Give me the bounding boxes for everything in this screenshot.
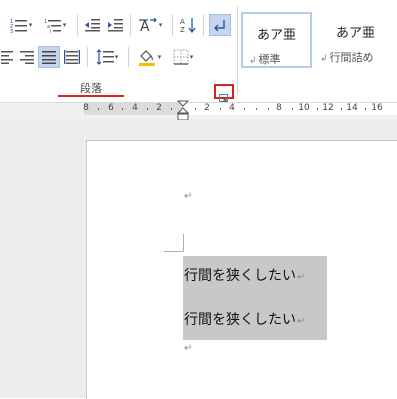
style-name: ↲ 標準 [249, 51, 281, 67]
ruler-tick [268, 108, 269, 110]
paragraph-mark: ↵ [297, 272, 306, 283]
style-sample: あア亜 [256, 28, 296, 43]
ruler-tick-label: 14 [346, 103, 358, 113]
ruler-tick-label: 4 [229, 103, 235, 113]
ruler-tick-label: 10 [298, 103, 310, 113]
line-spacing-button[interactable]: ▾ [92, 47, 122, 67]
line-text: 行間を狭くしたい [184, 312, 296, 328]
margin-crop-mark [164, 251, 184, 252]
ruler-tick [365, 108, 366, 110]
sort-icon: AZ [180, 17, 196, 33]
group-label-underline [58, 95, 124, 97]
line-text: 行間を狭くしたい [184, 268, 296, 284]
paragraph-mark-icon: ↲ [320, 54, 328, 64]
chevron-down-icon: ▾ [189, 53, 194, 61]
align-right-button[interactable] [18, 47, 36, 67]
separator [87, 47, 88, 67]
ruler-tick [171, 108, 172, 110]
style-no-spacing[interactable]: あア亜 ↲ 行間詰め [318, 12, 393, 68]
separator [172, 14, 173, 36]
margin-crop-mark [183, 234, 184, 252]
chevron-down-icon: ▾ [157, 53, 162, 61]
distributed-button[interactable] [62, 47, 82, 67]
ruler-tick-label: 4 [132, 103, 138, 113]
paragraph-mark: ↵ [184, 191, 193, 202]
show-marks-button[interactable] [209, 14, 231, 36]
paragraph-mark-icon: ↲ [249, 56, 257, 66]
justify-icon [42, 50, 56, 64]
numbering-icon: 123 [10, 17, 28, 33]
ruler-tick [317, 108, 318, 110]
ruler-tick-label: 16 [371, 103, 383, 113]
paragraph-mark-icon [213, 18, 227, 32]
separator [237, 6, 238, 94]
asian-layout-button[interactable]: A ▾ [135, 15, 165, 35]
chevron-down-icon: ▾ [62, 21, 67, 29]
line-spacing-icon [96, 49, 114, 65]
separator [203, 14, 204, 36]
chevron-down-icon: ▾ [114, 53, 119, 61]
decrease-indent-icon [84, 18, 100, 32]
ruler-tick-label: 2 [204, 103, 210, 113]
ruler-tick [256, 108, 257, 110]
ruler-tick [98, 108, 99, 110]
chevron-down-icon: ▾ [158, 21, 163, 29]
shading-button[interactable]: ▾ [133, 47, 165, 67]
ruler-tick [244, 108, 245, 110]
borders-icon [173, 49, 189, 65]
svg-text:A: A [140, 19, 150, 33]
ruler-tick-label: 2 [156, 103, 162, 113]
ruler-tick [122, 108, 123, 110]
distributed-icon [64, 50, 80, 64]
ribbon: 123 ▾ 1ai ▾ A ▾ AZ ▾ ▾ ▾ 段落 あア亜 ↲ 標準 あア亜… [0, 0, 397, 102]
increase-indent-icon [107, 18, 123, 32]
ruler-tick-label: 8 [276, 103, 282, 113]
shading-icon [137, 48, 157, 66]
ruler-tick-label: 8 [83, 103, 89, 113]
sort-button[interactable]: AZ [178, 15, 198, 35]
style-standard[interactable]: あア亜 ↲ 標準 [241, 12, 312, 68]
align-left-icon [1, 50, 13, 64]
style-sample: あア亜 [335, 26, 375, 41]
align-left-button[interactable] [0, 47, 14, 67]
numbering-button[interactable]: 123 ▾ [6, 15, 36, 35]
paragraph-mark: ↵ [297, 316, 306, 327]
separator [130, 14, 131, 36]
asian-layout-icon: A [138, 17, 158, 33]
align-right-icon [20, 50, 34, 64]
multilevel-list-icon: 1ai [44, 17, 62, 33]
increase-indent-button[interactable] [105, 15, 125, 35]
svg-text:A: A [180, 18, 185, 26]
paragraph-group-label: 段落 [80, 82, 102, 95]
ruler-tick [341, 108, 342, 110]
dialog-launcher-icon [219, 87, 228, 102]
paragraph-mark: ↵ [184, 343, 193, 354]
style-name: ↲ 行間詰め [320, 49, 374, 65]
ruler-tick [292, 108, 293, 110]
style-name-text: 標準 [258, 53, 281, 66]
ruler-tick [147, 108, 148, 110]
document-line[interactable]: 行間を狭くしたい↵ [184, 309, 305, 329]
ruler-tick-label: 12 [322, 103, 334, 113]
decrease-indent-button[interactable] [82, 15, 102, 35]
separator [128, 47, 129, 67]
style-name-text: 行間詰め [329, 51, 374, 64]
document-line[interactable]: 行間を狭くしたい↵ [184, 265, 305, 285]
chevron-down-icon: ▾ [28, 21, 33, 29]
borders-button[interactable]: ▾ [168, 47, 198, 67]
svg-text:Z: Z [180, 26, 185, 33]
ruler-tick-label: 6 [108, 103, 114, 113]
svg-text:3: 3 [10, 29, 13, 33]
ruler-tick [195, 108, 196, 110]
svg-text:i: i [50, 29, 51, 33]
separator [77, 14, 78, 36]
multilevel-list-button[interactable]: 1ai ▾ [40, 15, 70, 35]
justify-button[interactable] [38, 46, 60, 68]
ruler-tick [220, 108, 221, 110]
